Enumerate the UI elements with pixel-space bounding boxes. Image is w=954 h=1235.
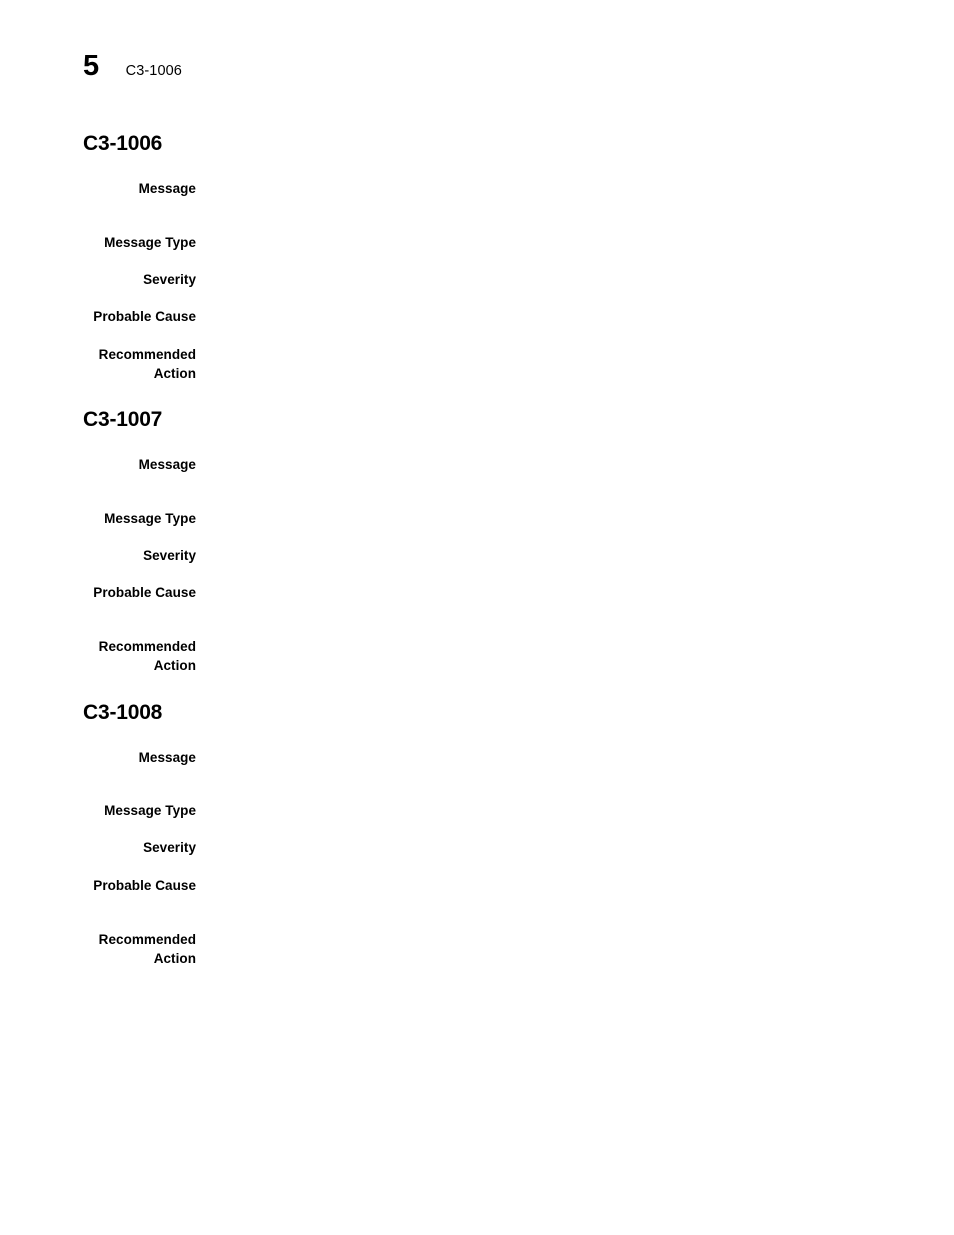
chapter-number: 5 xyxy=(83,50,99,82)
field-value xyxy=(196,931,954,932)
field-row: Severity xyxy=(0,547,954,566)
field-value xyxy=(196,839,954,840)
field-row: Probable Cause xyxy=(0,877,954,896)
field-label: Message xyxy=(138,181,196,196)
field-label: Message Type xyxy=(104,511,196,526)
field-value xyxy=(196,456,954,457)
field-row: Message Type xyxy=(0,802,954,821)
field-value xyxy=(196,802,954,803)
header-reference: C3-1006 xyxy=(125,63,182,79)
field-row: Recommended Action xyxy=(0,931,954,968)
field-row: Message xyxy=(0,749,954,768)
field-row: Recommended Action xyxy=(0,638,954,675)
field-label: Probable Cause xyxy=(93,585,196,600)
field-row: Message xyxy=(0,456,954,475)
field-value xyxy=(196,308,954,309)
field-row: Message Type xyxy=(0,234,954,253)
field-label: Severity xyxy=(143,840,196,855)
field-row: Severity xyxy=(0,839,954,858)
field-label: Recommended Action xyxy=(98,639,196,673)
field-label: Severity xyxy=(143,548,196,563)
field-label: Severity xyxy=(143,272,196,287)
document-page: 5 C3-1006 C3-1006 Message Message Type Seve… xyxy=(0,0,954,1235)
running-header: 5 C3-1006 xyxy=(83,52,182,81)
section-heading: C3-1008 xyxy=(83,701,163,724)
field-row: Probable Cause xyxy=(0,308,954,327)
field-value xyxy=(196,510,954,511)
field-value xyxy=(196,234,954,235)
field-row: Probable Cause xyxy=(0,584,954,603)
field-value xyxy=(196,346,954,347)
field-value xyxy=(196,749,954,750)
field-row: Severity xyxy=(0,271,954,290)
field-label: Recommended Action xyxy=(98,347,196,381)
field-value xyxy=(196,584,954,585)
field-label: Message Type xyxy=(104,235,196,250)
field-label: Message xyxy=(138,750,196,765)
field-value xyxy=(196,271,954,272)
field-label: Message xyxy=(138,457,196,472)
section-heading: C3-1007 xyxy=(83,408,163,431)
field-value xyxy=(196,180,954,181)
field-row: Recommended Action xyxy=(0,346,954,383)
section-heading: C3-1006 xyxy=(83,132,163,155)
field-label: Probable Cause xyxy=(93,878,196,893)
field-row: Message Type xyxy=(0,510,954,529)
field-label: Probable Cause xyxy=(93,309,196,324)
field-value xyxy=(196,877,954,878)
field-value xyxy=(196,547,954,548)
field-label: Recommended Action xyxy=(98,932,196,966)
field-value xyxy=(196,638,954,639)
field-label: Message Type xyxy=(104,803,196,818)
field-row: Message xyxy=(0,180,954,199)
